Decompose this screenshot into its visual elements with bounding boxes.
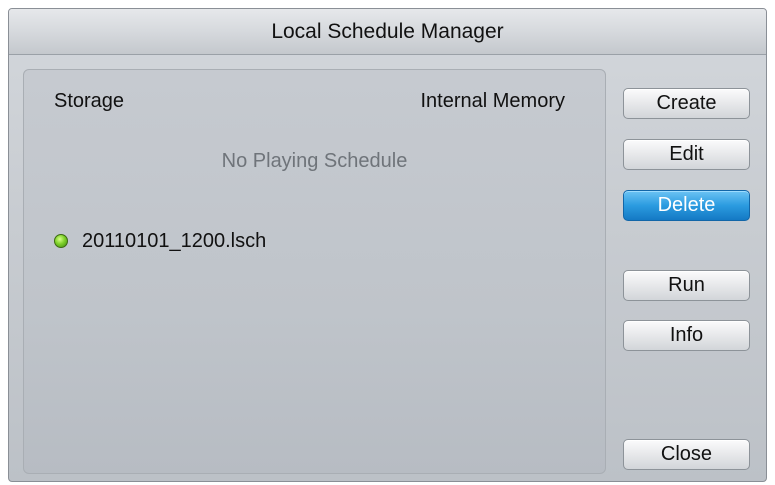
storage-value: Internal Memory: [420, 90, 566, 112]
status-indicator-icon: [54, 234, 68, 248]
schedule-list-item[interactable]: 20110101_1200.lsch: [54, 228, 266, 254]
info-button[interactable]: Info: [623, 320, 750, 351]
create-button[interactable]: Create: [623, 88, 750, 119]
run-button[interactable]: Run: [623, 270, 750, 301]
storage-label: Storage: [54, 90, 125, 112]
playing-status-text: No Playing Schedule: [221, 150, 408, 172]
close-button[interactable]: Close: [623, 439, 750, 470]
edit-button[interactable]: Edit: [623, 139, 750, 170]
schedule-panel: Storage Internal Memory No Playing Sched…: [23, 69, 606, 474]
delete-button[interactable]: Delete: [623, 190, 750, 221]
schedule-file-name: 20110101_1200.lsch: [82, 229, 267, 252]
window-title: Local Schedule Manager: [9, 9, 766, 55]
schedule-manager-window: Local Schedule Manager Storage Internal …: [8, 8, 767, 482]
